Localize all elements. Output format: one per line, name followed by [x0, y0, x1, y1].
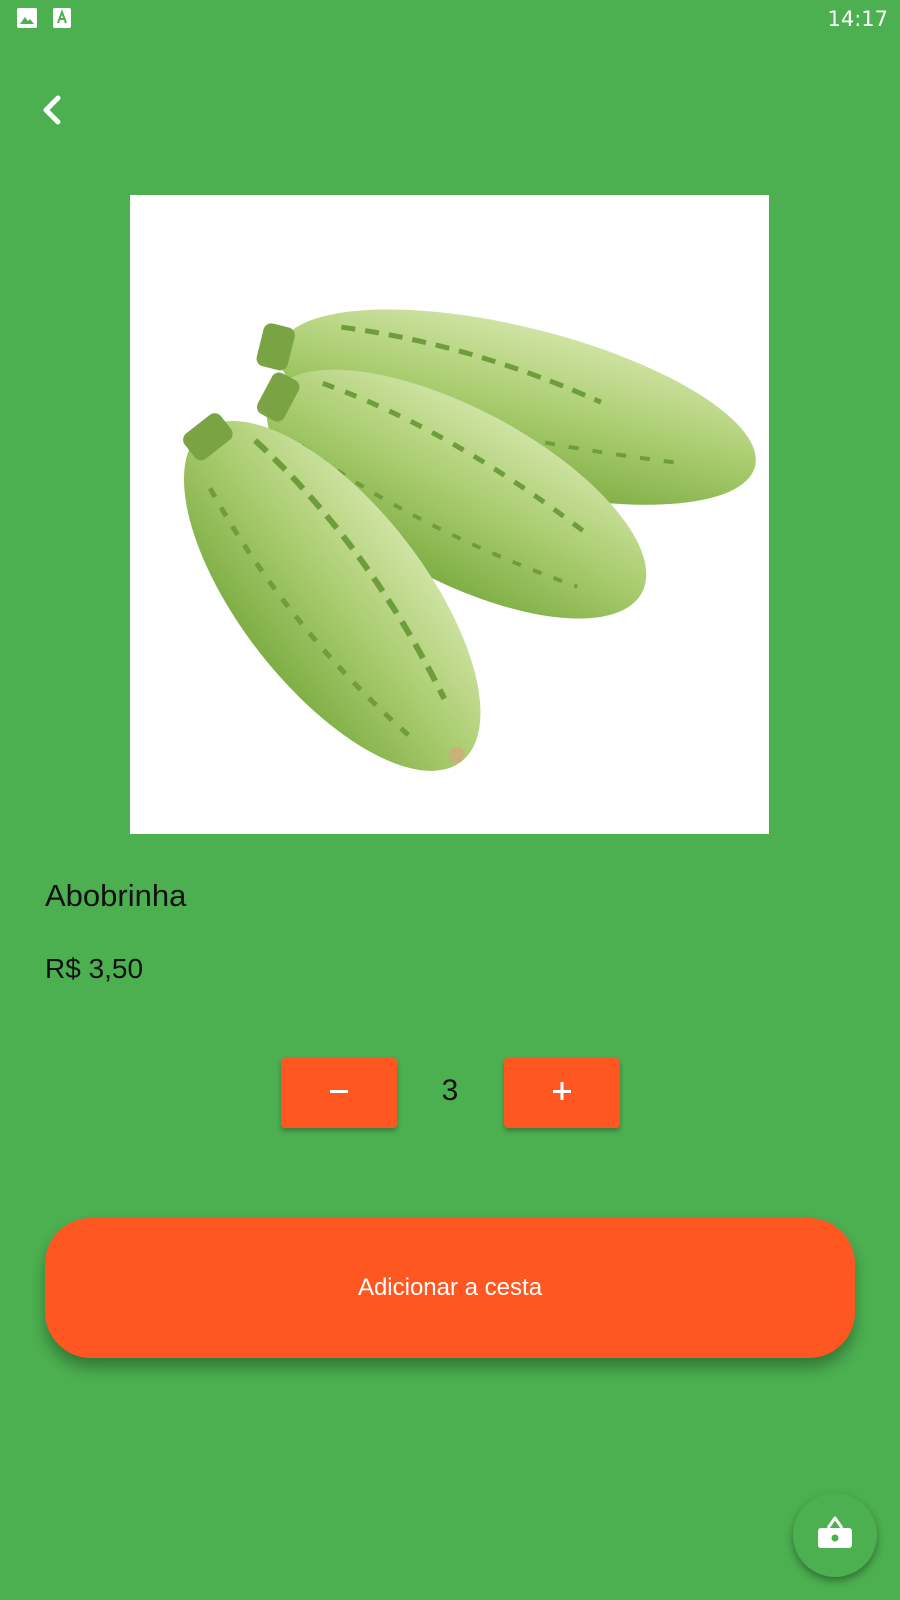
chevron-left-icon — [38, 94, 66, 131]
status-time: 14:17 — [827, 7, 888, 31]
decrease-quantity-button[interactable] — [281, 1058, 397, 1128]
text-a-icon — [53, 8, 73, 28]
status-bar: 14:17 — [0, 0, 900, 40]
shopping-bag-icon — [816, 1514, 854, 1557]
product-name: Abobrinha — [45, 878, 187, 913]
product-image — [130, 195, 769, 834]
product-price: R$ 3,50 — [45, 953, 144, 984]
quantity-value: 3 — [441, 1074, 459, 1107]
basket-fab-button[interactable] — [793, 1493, 877, 1577]
increase-quantity-button[interactable] — [504, 1058, 620, 1128]
add-to-basket-button[interactable]: Adicionar a cesta — [45, 1218, 855, 1358]
back-button[interactable] — [28, 88, 76, 136]
zucchini-image — [183, 309, 756, 771]
image-icon — [17, 8, 37, 28]
minus-icon — [328, 1080, 350, 1107]
add-to-basket-label: Adicionar a cesta — [357, 1274, 543, 1301]
plus-icon — [551, 1080, 573, 1107]
